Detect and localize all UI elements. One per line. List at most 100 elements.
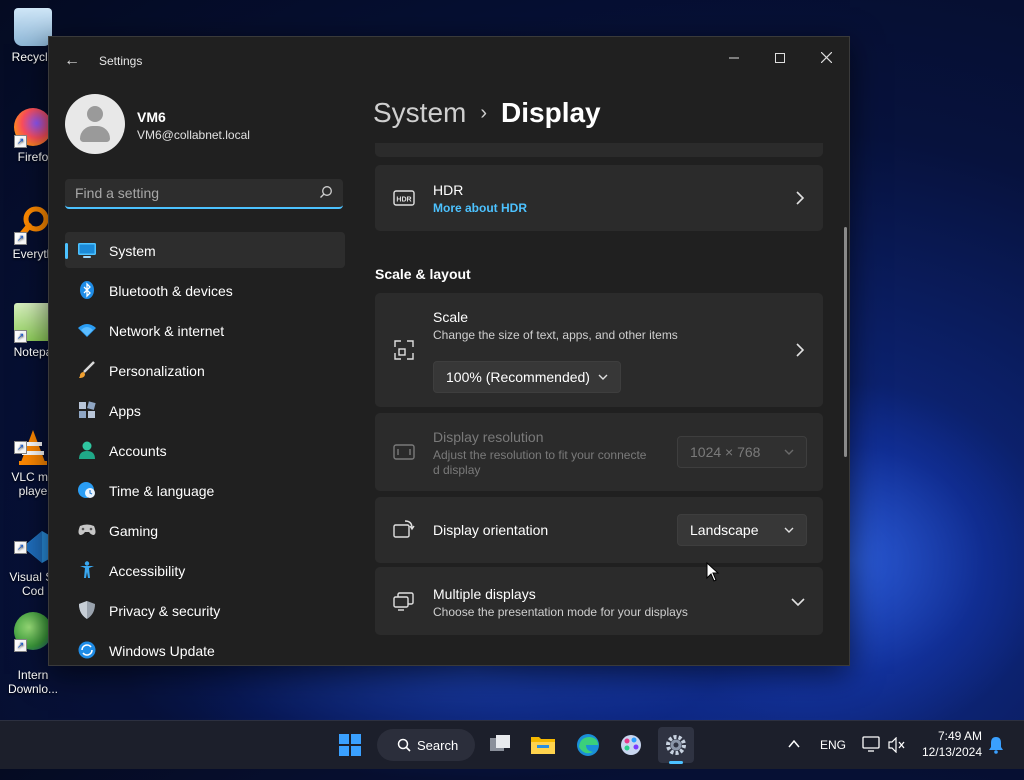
edge-icon — [577, 734, 599, 756]
search-input[interactable] — [75, 185, 305, 201]
vlc-cone-icon: ↗ — [14, 414, 52, 465]
monitor-icon — [78, 243, 96, 258]
sidebar-item-label: System — [109, 243, 156, 259]
recycle-bin-icon — [14, 8, 52, 46]
sidebar-item-accounts[interactable]: Accounts — [65, 432, 345, 468]
sidebar-item-time-language[interactable]: Time & language — [65, 472, 345, 508]
sidebar-item-label: Network & internet — [109, 323, 225, 339]
multiple-displays-description: Choose the presentation mode for your di… — [433, 605, 688, 619]
sidebar-item-label: Accessibility — [109, 563, 186, 579]
bluetooth-icon — [80, 281, 94, 299]
sidebar-item-accessibility[interactable]: Accessibility — [65, 552, 345, 588]
resolution-icon — [393, 444, 415, 460]
avatar-person-body — [80, 126, 110, 142]
section-title-scale-layout: Scale & layout — [375, 266, 471, 282]
sidebar-item-label: Apps — [109, 403, 141, 419]
volume-muted-icon[interactable] — [888, 737, 906, 753]
person-icon — [79, 441, 95, 459]
clock-globe-icon — [78, 482, 95, 498]
update-icon — [78, 641, 96, 659]
card-scale[interactable]: Scale Change the size of text, apps, and… — [375, 293, 823, 407]
window-title: Settings — [99, 54, 143, 68]
task-view-button[interactable] — [482, 727, 518, 763]
scale-dropdown-value: 100% (Recommended) — [446, 369, 590, 385]
settings-app-button[interactable] — [658, 727, 694, 764]
paint-app-button[interactable] — [613, 727, 649, 763]
resolution-title: Display resolution — [433, 429, 544, 445]
clock-date: 12/13/2024 — [921, 745, 982, 759]
brush-icon — [79, 361, 95, 378]
back-button[interactable]: ← — [59, 51, 85, 71]
chevron-right-icon — [796, 191, 805, 205]
sidebar-item-label: Personalization — [109, 363, 205, 379]
sidebar-item-label: Privacy & security — [109, 603, 221, 619]
clock-time: 7:49 AM — [937, 729, 982, 743]
tray-overflow-chevron-up-icon[interactable] — [788, 739, 800, 749]
sidebar-item-gaming[interactable]: Gaming — [65, 512, 345, 548]
hdr-title: HDR — [433, 182, 464, 198]
taskbar-search-button[interactable]: Search — [377, 729, 475, 761]
gear-icon — [666, 735, 686, 755]
sidebar-item-bluetooth-devices[interactable]: Bluetooth & devices — [65, 272, 345, 308]
card-multiple-displays[interactable]: Multiple displays Choose the presentatio… — [375, 567, 823, 635]
breadcrumb-parent[interactable]: System — [373, 97, 466, 128]
start-button[interactable] — [332, 727, 368, 763]
chevron-down-icon — [784, 449, 794, 455]
sidebar-item-system[interactable]: System — [65, 232, 345, 268]
minimize-button[interactable] — [712, 43, 756, 73]
scale-title: Scale — [433, 309, 469, 325]
hdr-link[interactable]: More about HDR — [433, 201, 527, 215]
vscode-icon: ↗ — [14, 514, 52, 563]
sidebar-item-network-internet[interactable]: Network & internet — [65, 312, 345, 348]
sidebar-item-windows-update[interactable]: Windows Update — [65, 632, 345, 665]
taskbar-clock[interactable]: 7:49 AM 12/13/2024 — [912, 728, 982, 760]
network-monitor-icon[interactable] — [862, 736, 880, 752]
scrollbar[interactable] — [844, 227, 847, 457]
avatar[interactable] — [65, 94, 125, 154]
settings-window: ← Settings VM6 VM6@collabnet.local Syste… — [48, 36, 850, 666]
title-bar[interactable]: ← Settings — [49, 37, 849, 85]
sidebar-item-personalization[interactable]: Personalization — [65, 352, 345, 388]
sidebar-item-apps[interactable]: Apps — [65, 392, 345, 428]
card-display-orientation[interactable]: Display orientation Landscape — [375, 497, 823, 563]
hdr-icon: HDR — [393, 190, 415, 206]
accessibility-icon — [80, 561, 94, 578]
card-display-resolution: Display resolution Adjust the resolution… — [375, 413, 823, 491]
breadcrumb: System › Display — [373, 97, 601, 129]
edge-browser-button[interactable] — [570, 727, 606, 763]
svg-text:HDR: HDR — [396, 197, 411, 204]
scale-dropdown[interactable]: 100% (Recommended) — [433, 361, 621, 393]
firefox-icon: ↗ — [14, 108, 52, 148]
folder-icon — [531, 737, 555, 754]
sidebar-item-label: Accounts — [109, 443, 167, 459]
apps-icon — [79, 401, 96, 418]
close-button[interactable] — [804, 43, 848, 73]
search-icon — [320, 186, 332, 198]
file-explorer-button[interactable] — [525, 727, 561, 763]
sidebar-item-privacy-security[interactable]: Privacy & security — [65, 592, 345, 628]
search-box[interactable] — [65, 179, 343, 209]
maximize-button[interactable] — [758, 43, 802, 73]
sidebar-item-label: Gaming — [109, 523, 159, 539]
palette-icon — [621, 735, 641, 755]
user-email: VM6@collabnet.local — [137, 128, 250, 142]
sidebar-item-label: Bluetooth & devices — [109, 283, 233, 299]
minimize-icon — [729, 57, 739, 59]
multiple-displays-title: Multiple displays — [433, 586, 536, 602]
card-scrolled-partial — [375, 143, 823, 157]
chevron-down-icon — [598, 374, 608, 380]
notification-bell-icon[interactable] — [988, 736, 1004, 754]
mouse-cursor-icon — [706, 562, 720, 582]
chevron-down-icon — [784, 527, 794, 533]
orientation-icon — [393, 520, 415, 538]
windows-logo-icon — [339, 734, 361, 756]
resolution-dropdown-value: 1024 × 768 — [690, 444, 761, 460]
language-indicator[interactable]: ENG — [820, 738, 846, 752]
card-hdr[interactable]: HDR HDR More about HDR — [375, 165, 823, 231]
scale-description: Change the size of text, apps, and other… — [433, 328, 678, 342]
avatar-person-icon — [87, 106, 103, 122]
orientation-dropdown[interactable]: Landscape — [677, 514, 807, 546]
download-manager-icon: ↗ — [14, 612, 52, 652]
search-icon — [397, 738, 411, 752]
gamepad-icon — [78, 524, 96, 535]
